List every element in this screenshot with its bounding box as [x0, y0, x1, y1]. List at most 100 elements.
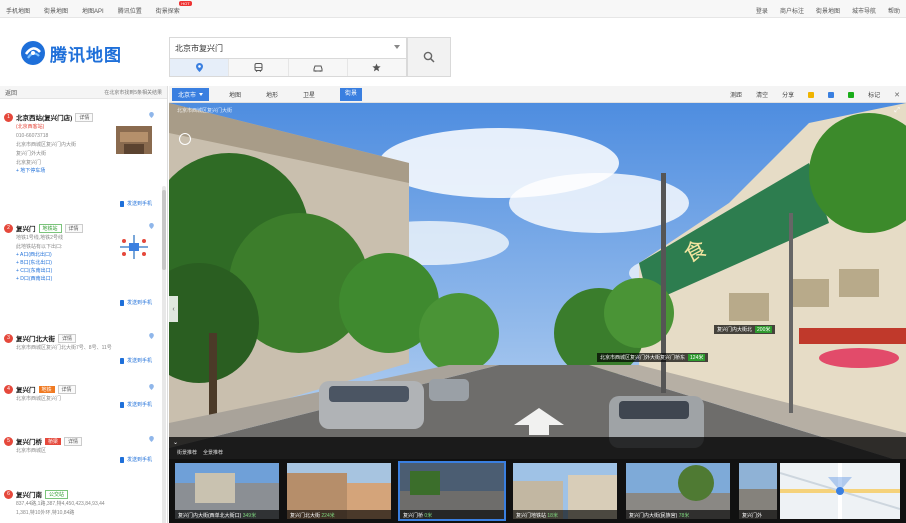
- recommend-strip-header: ⌄ 街景推荐 全景推荐: [169, 437, 906, 459]
- result-bus-lines-2: 1,381,特10外环,特10,84路: [16, 510, 75, 516]
- nav-link-merchant[interactable]: 商户标注: [780, 6, 804, 15]
- list-item[interactable]: 2 复兴门 地铁站 详情 地铁1号线,地铁2号线 此地铁站有以下出口: + A口…: [0, 223, 162, 306]
- search-input[interactable]: [170, 38, 380, 58]
- location-pin-icon[interactable]: [149, 223, 154, 229]
- wechat-icon[interactable]: [848, 91, 855, 98]
- nav-link-help[interactable]: 帮助: [888, 6, 900, 15]
- result-name[interactable]: 复兴门桥: [16, 436, 42, 446]
- tab-satellite[interactable]: 卫星: [303, 90, 315, 101]
- mark-tool[interactable]: 标记: [868, 90, 880, 99]
- detail-button[interactable]: 详情: [64, 223, 83, 233]
- nav-link-street[interactable]: 街景地图: [816, 6, 840, 15]
- subway-tag: 地铁: [38, 385, 55, 393]
- list-item[interactable]: 3 复兴门北大街 详情 北京市西城区复兴门北大街7号、8号、11号 发送到手机: [0, 333, 162, 364]
- exit-link-c[interactable]: + C口(东南出口): [16, 268, 162, 275]
- parking-link[interactable]: + 地下停车场: [16, 168, 162, 175]
- send-to-phone-button[interactable]: 发送到手机: [119, 357, 152, 364]
- star-icon: [372, 63, 382, 72]
- tencent-map-logo-icon: [21, 41, 45, 65]
- weibo-icon[interactable]: [828, 91, 835, 98]
- subway-exit-diagram[interactable]: [116, 233, 152, 261]
- recommend-card[interactable]: 复兴门外: [739, 463, 777, 519]
- minimap[interactable]: [780, 463, 900, 519]
- result-name[interactable]: 复兴门: [16, 384, 36, 394]
- mode-drive[interactable]: [288, 59, 348, 76]
- result-name[interactable]: 复兴门南: [16, 489, 42, 499]
- nav-link-mobile-map[interactable]: 手机地图: [6, 6, 30, 15]
- result-name[interactable]: 复兴门北大街: [16, 333, 55, 343]
- location-pin-icon[interactable]: [149, 112, 154, 118]
- send-to-phone-button[interactable]: 发送到手机: [119, 456, 152, 463]
- chevron-down-icon[interactable]: [394, 45, 400, 49]
- recommend-card[interactable]: 复兴门地铁站 18米: [513, 463, 617, 519]
- send-to-phone-button[interactable]: 发送到手机: [119, 299, 152, 306]
- mode-place[interactable]: [170, 59, 230, 76]
- result-marker: 3: [4, 333, 13, 343]
- street-view-panorama[interactable]: 食 北京市西城区复兴门大街 ⤢ ‹ 复兴门内大街北 200米 北京市西城区复兴门…: [169, 103, 906, 523]
- nav-link-login[interactable]: 登录: [756, 6, 768, 15]
- send-to-phone-button[interactable]: 发送到手机: [119, 401, 152, 408]
- location-pin-icon[interactable]: [149, 436, 154, 442]
- list-item[interactable]: 6 复兴门南 公交站 837,44路,1路,387,特4,450,423,84,…: [0, 489, 162, 517]
- send-to-phone-button[interactable]: 发送到手机: [119, 200, 152, 207]
- detail-button[interactable]: 详情: [75, 112, 94, 122]
- result-name[interactable]: 复兴门: [16, 223, 36, 233]
- scrollbar-thumb[interactable]: [162, 190, 166, 270]
- logo[interactable]: 腾讯地图: [20, 40, 122, 66]
- detail-button[interactable]: 详情: [57, 384, 76, 394]
- nav-link-street-map[interactable]: 街景地图: [44, 6, 68, 15]
- detail-button[interactable]: 详情: [64, 436, 83, 446]
- back-link[interactable]: 返回: [5, 88, 17, 97]
- search-button[interactable]: [407, 37, 451, 77]
- card-caption: 复兴门内大街(民族宫) 78米: [626, 510, 730, 519]
- fullscreen-icon[interactable]: ⤢: [894, 107, 900, 115]
- list-item[interactable]: 5 复兴门桥 桥梁 详情 北京市西城区 发送到手机: [0, 436, 162, 463]
- tab-terrain[interactable]: 地形: [266, 90, 278, 101]
- strip-tab-panorama[interactable]: 全景推荐: [203, 449, 223, 456]
- map-toolbar: 北京市 地图 地形 卫星 街景 测距 清空 分享 标记 ✕: [169, 86, 906, 103]
- exit-link-b[interactable]: + B口(东北出口): [16, 260, 162, 267]
- nav-link-explore[interactable]: 街景探索 HOT: [156, 1, 192, 15]
- minimap-image[interactable]: [780, 463, 900, 519]
- result-marker: 6: [4, 489, 13, 499]
- road-label[interactable]: 北京市西城区复兴门外大街复兴门桥东 124米: [597, 353, 709, 362]
- collapse-panel-button[interactable]: ‹: [169, 296, 178, 322]
- results-header: 返回 在北京市找到5条相关结果: [0, 86, 167, 99]
- share-tool[interactable]: 分享: [782, 90, 794, 99]
- result-name[interactable]: 北京西站(复兴门店): [16, 112, 72, 122]
- nav-link-city[interactable]: 城市导航: [852, 6, 876, 15]
- recommend-card-selected[interactable]: 复兴门桥 0米: [398, 461, 506, 521]
- store-photo[interactable]: [116, 126, 152, 154]
- list-item[interactable]: 1 北京西站(复兴门店) 详情 (北京西客站) 010-66073718 北京市…: [0, 112, 162, 207]
- close-icon[interactable]: ✕: [894, 91, 900, 99]
- card-caption: 复兴门外: [739, 510, 777, 519]
- mode-bus[interactable]: [229, 59, 289, 76]
- location-pin-icon[interactable]: [149, 333, 154, 339]
- recommend-card[interactable]: 复兴门内大街(西单北大街口) 349米: [175, 463, 279, 519]
- mode-favorite[interactable]: [347, 59, 406, 76]
- nav-link-location[interactable]: 腾讯位置: [118, 6, 142, 15]
- card-caption: 复兴门桥 0米: [400, 510, 504, 519]
- tab-street-view[interactable]: 街景: [340, 88, 363, 101]
- nav-link-map-api[interactable]: 地图API: [82, 6, 104, 15]
- measure-tool[interactable]: 测距: [730, 90, 742, 99]
- clear-tool[interactable]: 清空: [756, 90, 768, 99]
- phone-icon: [119, 200, 124, 207]
- recommend-card[interactable]: 复兴门内大街(民族宫) 78米: [626, 463, 730, 519]
- list-item[interactable]: 4 复兴门 地铁 详情 北京市西城区复兴门 发送到手机: [0, 384, 162, 408]
- results-scrollbar[interactable]: [162, 186, 166, 523]
- star-icon[interactable]: [808, 91, 815, 98]
- recommend-card[interactable]: 复兴门北大街 224米: [287, 463, 391, 519]
- chevron-down-icon[interactable]: ⌄: [173, 439, 178, 446]
- location-pin-icon[interactable]: [149, 384, 154, 390]
- tab-map[interactable]: 地图: [229, 90, 241, 101]
- poi-label[interactable]: 复兴门内大街北 200米: [714, 325, 776, 334]
- city-selector[interactable]: 北京市: [172, 88, 210, 101]
- top-nav-left: 手机地图 街景地图 地图API 腾讯位置 街景探索 HOT: [6, 1, 192, 15]
- card-title: 复兴门内大街(西单北大街口): [178, 513, 242, 519]
- exit-link-d[interactable]: + D口(西南出口): [16, 276, 162, 283]
- compass-icon[interactable]: [179, 133, 191, 145]
- strip-tab-street[interactable]: 街景推荐: [177, 449, 197, 456]
- detail-button[interactable]: 详情: [58, 333, 77, 343]
- result-address: 北京市西城区复兴门北大街7号、8号、11号: [16, 345, 112, 351]
